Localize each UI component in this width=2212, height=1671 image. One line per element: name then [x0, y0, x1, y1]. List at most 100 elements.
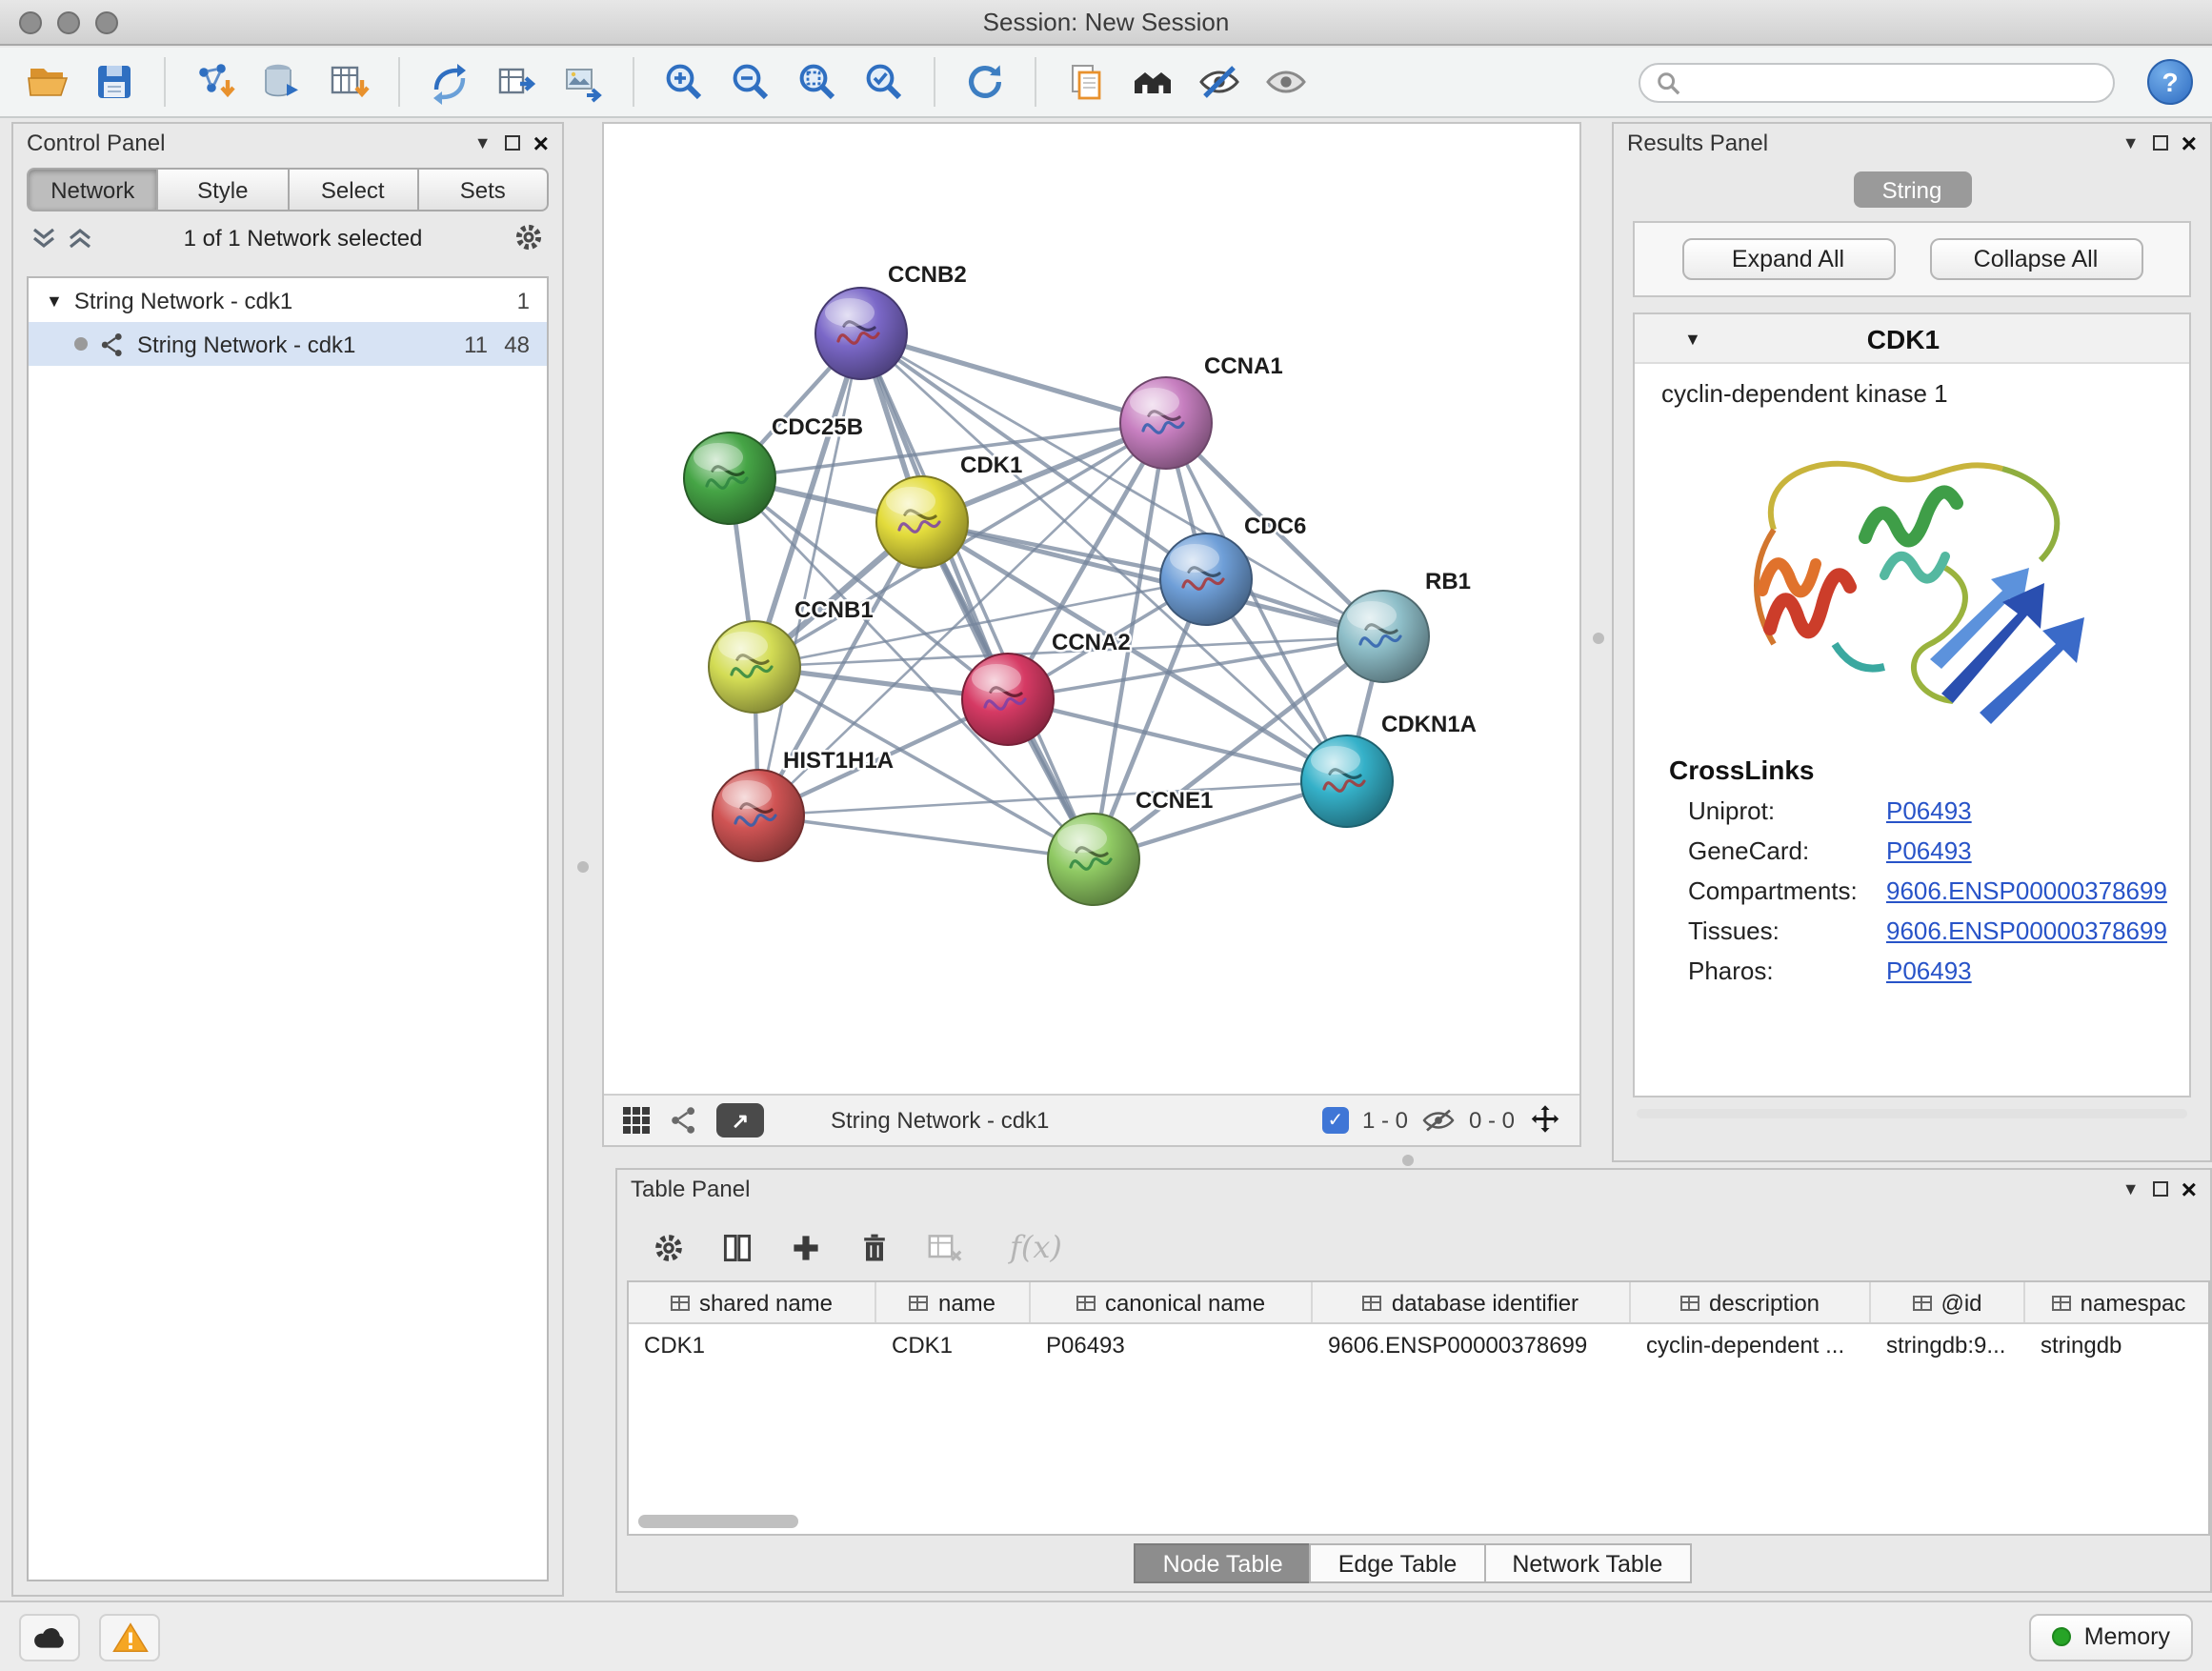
node-table-header: shared namenamecanonical namedatabase id…	[629, 1282, 2208, 1324]
network-node-CDC25B[interactable]: CDC25B	[684, 414, 863, 524]
export-network-button[interactable]	[488, 53, 545, 111]
control-panel-menu-icon[interactable]: ▼	[474, 134, 492, 151]
maximize-window-button[interactable]	[95, 11, 118, 34]
crosslink-value-link[interactable]: P06493	[1886, 836, 1972, 865]
results-panel-float-icon[interactable]	[2153, 135, 2168, 151]
hide-selected-button[interactable]	[1191, 53, 1248, 111]
tab-network[interactable]: Network	[27, 168, 159, 211]
column-header-description[interactable]: description	[1631, 1282, 1871, 1322]
table-panel-close-icon[interactable]: ×	[2182, 1176, 2197, 1202]
tab-style[interactable]: Style	[157, 168, 290, 211]
network-options-gear-icon[interactable]	[513, 221, 545, 253]
new-network-button[interactable]	[421, 53, 478, 111]
tab-string[interactable]: String	[1853, 171, 1971, 208]
column-header-shared-name[interactable]: shared name	[629, 1282, 876, 1322]
column-type-icon	[910, 1293, 929, 1312]
memory-button[interactable]: Memory	[2029, 1613, 2193, 1661]
tab-node-table[interactable]: Node Table	[1135, 1543, 1312, 1583]
delete-column-icon[interactable]	[857, 1230, 892, 1264]
splitter-handle[interactable]	[1402, 1155, 1414, 1166]
search-input[interactable]	[1690, 69, 2098, 95]
table-settings-gear-icon[interactable]	[652, 1230, 686, 1264]
tab-select[interactable]: Select	[287, 168, 419, 211]
show-all-button[interactable]	[1257, 53, 1315, 111]
collection-disclosure-icon[interactable]: ▼	[46, 291, 63, 310]
minimize-window-button[interactable]	[57, 11, 80, 34]
zoom-selected-button[interactable]	[855, 53, 913, 111]
edge-CCNB2-CCNA1[interactable]	[861, 333, 1166, 423]
open-in-new-window-button[interactable]: ↗	[716, 1103, 764, 1137]
refresh-button[interactable]	[956, 53, 1014, 111]
network-collection-row[interactable]: ▼ String Network - cdk1 1	[29, 278, 547, 322]
collapse-all-icon[interactable]	[30, 226, 57, 249]
table-panel-float-icon[interactable]	[2153, 1181, 2168, 1197]
open-session-button[interactable]	[19, 53, 76, 111]
table-row[interactable]: CDK1CDK1P064939606.ENSP00000378699cyclin…	[629, 1324, 2208, 1366]
tab-network-table[interactable]: Network Table	[1483, 1543, 1691, 1583]
selected-checkbox-icon[interactable]: ✓	[1322, 1107, 1349, 1134]
column-header-database-identifier[interactable]: database identifier	[1313, 1282, 1631, 1322]
tab-sets[interactable]: Sets	[417, 168, 550, 211]
crosslink-value-link[interactable]: P06493	[1886, 796, 1972, 825]
column-header-namespac[interactable]: namespac	[2025, 1282, 2212, 1322]
column-header--id[interactable]: @id	[1871, 1282, 2025, 1322]
table-panel-menu-icon[interactable]: ▼	[2122, 1180, 2140, 1198]
control-panel-float-icon[interactable]	[505, 135, 520, 151]
cloud-button[interactable]	[19, 1613, 80, 1661]
results-panel-close-icon[interactable]: ×	[2182, 130, 2197, 156]
network-row-selected[interactable]: String Network - cdk1 11 48	[29, 322, 547, 366]
splitter-handle[interactable]	[1593, 633, 1604, 644]
hidden-eye-slash-icon[interactable]	[1421, 1107, 1456, 1134]
zoom-out-button[interactable]	[722, 53, 779, 111]
edge-CCNB2-CCNE1[interactable]	[861, 333, 1094, 859]
network-node-CDKN1A[interactable]: CDKN1A	[1301, 712, 1477, 827]
toolbar-separator	[633, 57, 634, 107]
network-node-RB1[interactable]: RB1	[1337, 569, 1471, 682]
close-window-button[interactable]	[19, 11, 42, 34]
gene-disclosure-icon[interactable]: ▼	[1684, 329, 1701, 348]
results-scrollbar[interactable]	[1637, 1109, 2187, 1118]
splitter-handle[interactable]	[577, 861, 589, 873]
help-button[interactable]: ?	[2147, 59, 2193, 105]
crosslink-label: Pharos:	[1688, 956, 1886, 985]
import-network-file-button[interactable]	[187, 53, 244, 111]
edge-CCNB2-HIST1H1A[interactable]	[758, 333, 861, 815]
expand-all-button[interactable]: Expand All	[1681, 238, 1895, 280]
tab-edge-table[interactable]: Edge Table	[1310, 1543, 1486, 1583]
search-box[interactable]	[1639, 62, 2115, 102]
column-header-name[interactable]: name	[876, 1282, 1031, 1322]
crosslink-value-link[interactable]: P06493	[1886, 956, 1972, 985]
add-column-icon[interactable]	[789, 1230, 823, 1264]
collapse-all-button[interactable]: Collapse All	[1929, 238, 2142, 280]
import-table-button[interactable]	[320, 53, 377, 111]
network-node-CDC6[interactable]: CDC6	[1160, 513, 1306, 625]
copy-button[interactable]	[1057, 53, 1115, 111]
zoom-in-button[interactable]	[655, 53, 713, 111]
network-node-CDK1[interactable]: CDK1	[876, 453, 1022, 568]
warnings-button[interactable]	[99, 1613, 160, 1661]
crosslink-value-link[interactable]: 9606.ENSP00000378699	[1886, 876, 2167, 905]
import-network-database-button[interactable]	[253, 53, 311, 111]
results-panel-menu-icon[interactable]: ▼	[2122, 134, 2140, 151]
crosshair-move-icon[interactable]	[1528, 1103, 1562, 1137]
network-node-HIST1H1A[interactable]: HIST1H1A	[713, 748, 894, 861]
expand-all-icon[interactable]	[67, 226, 93, 249]
network-node-CCNE1[interactable]: CCNE1	[1048, 788, 1213, 905]
network-share-icon[interactable]	[669, 1105, 699, 1136]
expand-collapse-box: Expand All Collapse All	[1633, 221, 2191, 297]
zoom-fit-button[interactable]	[789, 53, 846, 111]
export-image-button[interactable]	[554, 53, 612, 111]
column-header-canonical-name[interactable]: canonical name	[1031, 1282, 1313, 1322]
table-scrollbar-thumb[interactable]	[638, 1515, 798, 1528]
edge-HIST1H1A-CCNE1[interactable]	[758, 815, 1094, 859]
network-canvas[interactable]: CCNB2CCNA1CDC25BCDK1CDC6RB1CCNB1CCNA2CDK…	[604, 124, 1579, 1094]
home-button[interactable]	[1124, 53, 1181, 111]
network-node-CCNB2[interactable]: CCNB2	[815, 262, 967, 379]
network-node-CCNA1[interactable]: CCNA1	[1120, 353, 1283, 469]
birdseye-grid-icon[interactable]	[621, 1105, 652, 1136]
select-columns-icon[interactable]	[720, 1230, 754, 1264]
save-session-button[interactable]	[86, 53, 143, 111]
crosslink-value-link[interactable]: 9606.ENSP00000378699	[1886, 916, 2167, 945]
control-panel-close-icon[interactable]: ×	[533, 130, 549, 156]
gene-section-header[interactable]: ▼ CDK1	[1635, 314, 2189, 364]
